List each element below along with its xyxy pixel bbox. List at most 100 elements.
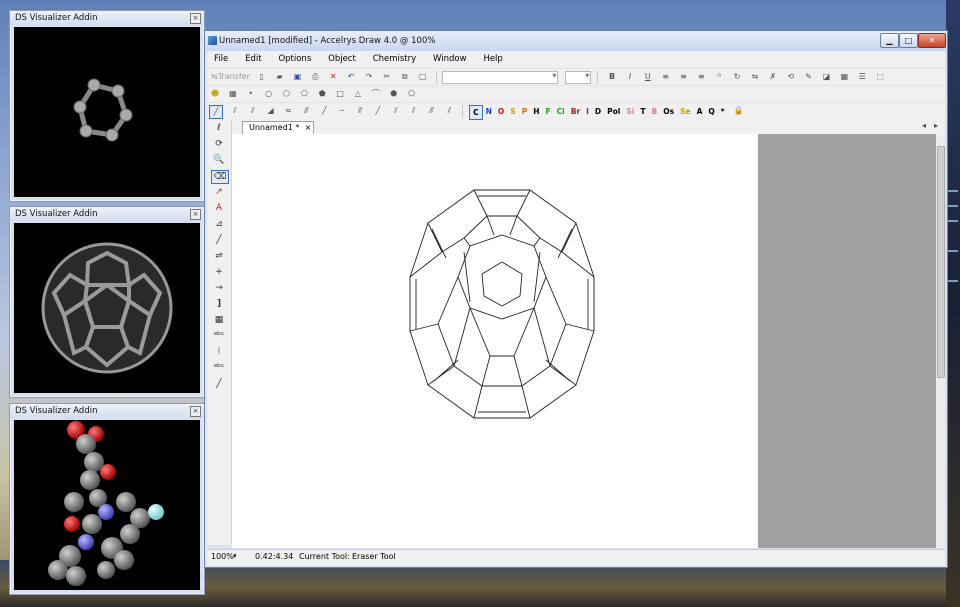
menu-object[interactable]: Object — [321, 51, 363, 68]
element-p-button[interactable]: P — [519, 105, 531, 118]
line-tool[interactable]: ╱ — [211, 234, 227, 246]
element-f-button[interactable]: F — [543, 105, 554, 118]
element-os-button[interactable]: Os — [660, 105, 677, 118]
element-b-button[interactable]: B — [649, 105, 661, 118]
tab-scroll-left-icon[interactable]: ◂ — [922, 121, 926, 130]
square-shape-icon[interactable]: □ — [334, 88, 346, 100]
ring-bond-tool[interactable]: ⫽ — [443, 105, 455, 117]
ds-window-titlebar[interactable]: DS Visualizer Addin × — [10, 11, 204, 25]
element-q-button[interactable]: Q — [705, 105, 717, 118]
charge-tool[interactable]: ⇌ — [211, 250, 227, 262]
delete-icon[interactable]: ✕ — [327, 71, 339, 83]
pentagon-shape-icon[interactable]: ⬠ — [298, 88, 310, 100]
close-icon[interactable]: × — [190, 209, 201, 220]
rotate-icon[interactable]: ↻ — [731, 71, 743, 83]
maximize-button[interactable]: □ — [899, 33, 918, 48]
wavy-bond-tool[interactable]: ≈ — [283, 105, 295, 117]
label-tool[interactable]: ᵃᵇᶜ — [211, 362, 227, 374]
undo-icon[interactable]: ↶ — [345, 71, 357, 83]
any-bond-tool[interactable]: ╱ — [372, 105, 384, 117]
print-icon[interactable]: ⎙ — [309, 71, 321, 83]
scrollbar-thumb[interactable] — [937, 146, 945, 378]
single-bond-tool[interactable]: ╱ — [209, 105, 223, 119]
arrow-tool[interactable]: → — [211, 282, 227, 294]
pen-icon[interactable]: ✎ — [803, 71, 815, 83]
zoom-tool[interactable]: 🔍 — [211, 154, 227, 166]
hexagon-shape-icon[interactable]: ⬡ — [281, 88, 293, 100]
window-titlebar[interactable]: Unnamed1 [modified] - Accelrys Draw 4.0 … — [205, 31, 947, 51]
element-o-button[interactable]: O — [495, 105, 507, 118]
menu-help[interactable]: Help — [476, 51, 509, 68]
circle-shape-icon[interactable]: ○ — [263, 88, 275, 100]
open-icon[interactable]: ▰ — [274, 71, 286, 83]
triangle-shape-icon[interactable]: △ — [352, 88, 364, 100]
new-icon[interactable]: ▯ — [256, 71, 268, 83]
element-i-button[interactable]: I — [583, 105, 592, 118]
line-style-icon[interactable]: ☰ — [856, 71, 868, 83]
element-a-button[interactable]: A — [694, 105, 706, 118]
element-si-button[interactable]: Si — [623, 105, 637, 118]
element-cl-button[interactable]: Cl — [554, 105, 568, 118]
coordinate-bond-tool[interactable]: ⫻ — [426, 105, 438, 117]
element-wildcard-button[interactable]: * — [718, 105, 728, 118]
dot-icon[interactable]: • — [245, 88, 257, 100]
molecule-viewport-fullerene[interactable] — [14, 223, 200, 393]
element-pol-button[interactable]: Pol — [604, 105, 623, 118]
hashed-bond-tool[interactable]: ⫽ — [229, 105, 241, 117]
grid-icon[interactable]: ▦ — [838, 71, 850, 83]
close-button[interactable]: ✕ — [918, 33, 946, 48]
menu-options[interactable]: Options — [271, 51, 318, 68]
molecule-viewport-benzene[interactable] — [14, 27, 200, 197]
element-h-button[interactable]: H — [530, 105, 542, 118]
accelrys-draw-window[interactable]: Unnamed1 [modified] - Accelrys Draw 4.0 … — [204, 30, 948, 568]
wedge-bond-tool[interactable]: ◢ — [265, 105, 277, 117]
menu-edit[interactable]: Edit — [238, 51, 268, 68]
bold-bond-tool[interactable]: ╱ — [318, 105, 330, 117]
chart-tool[interactable]: ⊿ — [211, 218, 227, 230]
sequence-tool[interactable]: ᵃᵇᶜ — [211, 330, 227, 342]
close-icon[interactable]: × — [190, 406, 201, 417]
vertical-scrollbar[interactable] — [936, 134, 945, 548]
ds-window-titlebar[interactable]: DS Visualizer Addin × — [10, 207, 204, 221]
orbital-tool[interactable]: ⦚ — [211, 346, 227, 358]
close-tab-icon[interactable]: × — [305, 122, 312, 134]
save-icon[interactable]: ▣ — [292, 71, 304, 83]
ds-visualizer-window-2[interactable]: DS Visualizer Addin × — [9, 206, 205, 398]
atom-map-tool[interactable]: ↗ — [211, 186, 227, 198]
rotate-tool[interactable]: ⟳ — [211, 138, 227, 150]
subscript-icon[interactable]: ᴳ — [713, 71, 725, 83]
quad-bond-tool[interactable]: ⫽ — [390, 105, 402, 117]
octagon-shape-icon[interactable]: ⬠ — [406, 88, 418, 100]
menu-chemistry[interactable]: Chemistry — [366, 51, 423, 68]
zoom-dropdown-icon[interactable]: ▾ — [233, 552, 237, 560]
bracket-tool[interactable]: ] — [211, 298, 227, 310]
clean-icon[interactable]: ✗ — [767, 71, 779, 83]
heptagon-shape-icon[interactable]: ⬢ — [388, 88, 400, 100]
chain-shape-icon[interactable]: ⌒ — [370, 88, 382, 100]
element-t-button[interactable]: T — [637, 105, 648, 118]
lock-icon[interactable]: 🔒 — [733, 105, 745, 117]
zoom-level[interactable]: 100% — [211, 552, 234, 561]
close-icon[interactable]: × — [190, 13, 201, 24]
flip-icon[interactable]: ⇋ — [749, 71, 761, 83]
ds-visualizer-window-3[interactable]: DS Visualizer Addin × — [9, 403, 205, 595]
tab-scroll-right-icon[interactable]: ▸ — [934, 121, 938, 130]
italic-icon[interactable]: I — [624, 71, 636, 83]
lasso-tool[interactable]: ℓ — [211, 122, 227, 134]
element-d-button[interactable]: D — [592, 105, 604, 118]
align-right-icon[interactable]: ≡ — [695, 71, 707, 83]
element-br-button[interactable]: Br — [568, 105, 583, 118]
copy-icon[interactable]: ⧉ — [399, 71, 411, 83]
dative-bond-tool[interactable]: ⫽ — [408, 105, 420, 117]
frame-icon[interactable]: ⬚ — [874, 71, 886, 83]
ds-visualizer-window-1[interactable]: DS Visualizer Addin × — [9, 10, 205, 202]
font-select[interactable] — [442, 71, 559, 84]
paste-icon[interactable]: ▢ — [417, 71, 429, 83]
ds-window-titlebar[interactable]: DS Visualizer Addin × — [10, 404, 204, 418]
shield-shape-icon[interactable]: ⬟ — [316, 88, 328, 100]
menu-file[interactable]: File — [207, 51, 235, 68]
element-c-button[interactable]: C — [469, 105, 483, 120]
transfer-button[interactable]: ⇆Transfer — [209, 71, 250, 83]
font-size-select[interactable] — [565, 71, 592, 84]
align-center-icon[interactable]: ≡ — [678, 71, 690, 83]
